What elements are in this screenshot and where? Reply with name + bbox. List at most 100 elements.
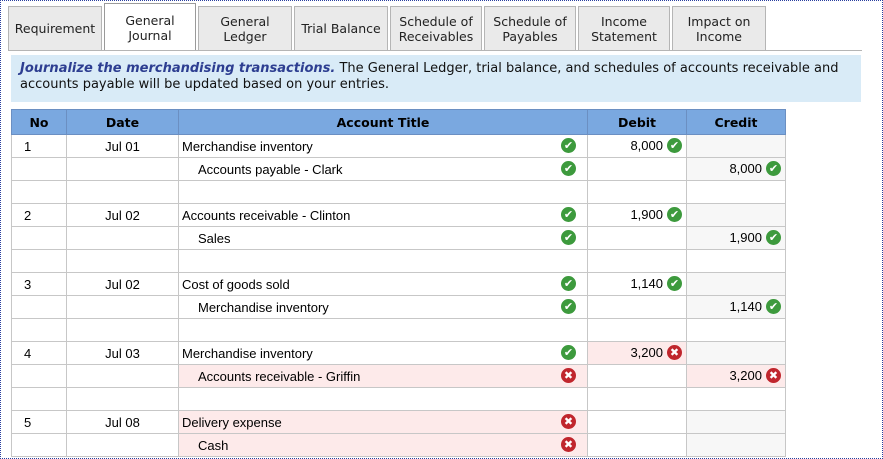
credit-cell[interactable] <box>686 134 786 158</box>
header-no: No <box>11 109 67 135</box>
empty-cell[interactable] <box>686 387 786 411</box>
empty-cell[interactable] <box>587 318 687 342</box>
debit-amount: 8,000 <box>630 137 663 153</box>
empty-cell[interactable] <box>66 318 179 342</box>
empty-cell[interactable] <box>587 387 687 411</box>
empty-cell[interactable] <box>178 180 588 204</box>
credit-cell[interactable] <box>686 203 786 227</box>
account-title-cell[interactable]: Cost of goods sold ✔ <box>178 272 588 296</box>
account-title-cell[interactable]: Merchandise inventory ✔ <box>178 341 588 365</box>
date-cell[interactable] <box>66 295 179 319</box>
empty-cell[interactable] <box>11 249 67 273</box>
empty-cell[interactable] <box>66 249 179 273</box>
debit-cell[interactable] <box>587 295 687 319</box>
check-circle-icon: ✔ <box>561 161 576 176</box>
entry-number <box>11 295 67 319</box>
header-date: Date <box>66 109 179 135</box>
tab-impact-on-income[interactable]: Impact on Income <box>672 6 766 50</box>
tab-general-journal[interactable]: General Journal <box>104 3 196 51</box>
credit-cell[interactable]: 3,200 ✖ <box>686 364 786 388</box>
debit-cell[interactable]: 1,900 ✔ <box>587 203 687 227</box>
tab-schedule-of-payables[interactable]: Schedule of Payables <box>484 6 576 50</box>
empty-cell[interactable] <box>66 180 179 204</box>
journal-table: No Date Account Title Debit Credit 1 Jul … <box>11 109 786 457</box>
date-cell[interactable] <box>66 433 179 457</box>
credit-cell[interactable] <box>686 272 786 296</box>
account-title-text: Cash <box>198 437 229 453</box>
spacer-row <box>11 180 786 204</box>
debit-cell[interactable] <box>587 157 687 181</box>
account-title-cell[interactable]: Cash ✖ <box>178 433 588 457</box>
check-circle-icon: ✔ <box>561 276 576 291</box>
account-title-cell[interactable]: Accounts payable - Clark ✔ <box>178 157 588 181</box>
instructions-banner: Journalize the merchandising transaction… <box>11 55 861 102</box>
date-cell[interactable]: Jul 02 <box>66 203 179 227</box>
tab-label-line2: Income <box>696 28 742 44</box>
account-title-cell[interactable]: Accounts receivable - Clinton ✔ <box>178 203 588 227</box>
account-title-cell[interactable]: Sales ✔ <box>178 226 588 250</box>
date-cell[interactable]: Jul 01 <box>66 134 179 158</box>
tab-label-line1: Schedule of <box>399 13 473 29</box>
entry-number: 2 <box>11 203 67 227</box>
table-row: 1 Jul 01 Merchandise inventory ✔ 8,000 ✔ <box>11 134 786 158</box>
account-title-cell[interactable]: Merchandise inventory ✔ <box>178 134 588 158</box>
debit-cell[interactable] <box>587 364 687 388</box>
tab-schedule-of-receivables[interactable]: Schedule of Receivables <box>390 6 482 50</box>
empty-cell[interactable] <box>686 249 786 273</box>
header-account-title: Account Title <box>178 109 588 135</box>
spacer-row <box>11 318 786 342</box>
credit-cell[interactable] <box>686 433 786 457</box>
empty-cell[interactable] <box>178 318 588 342</box>
account-title-text: Merchandise inventory <box>182 345 313 361</box>
account-title-cell[interactable]: Delivery expense ✖ <box>178 410 588 434</box>
credit-cell[interactable]: 1,900 ✔ <box>686 226 786 250</box>
check-circle-icon: ✔ <box>766 230 781 246</box>
date-cell[interactable] <box>66 226 179 250</box>
entry-number <box>11 157 67 181</box>
account-title-text: Sales <box>198 230 231 246</box>
date-cell[interactable]: Jul 03 <box>66 341 179 365</box>
debit-cell[interactable] <box>587 226 687 250</box>
account-title-text: Accounts receivable - Griffin <box>198 368 361 384</box>
empty-cell[interactable] <box>11 318 67 342</box>
empty-cell[interactable] <box>11 180 67 204</box>
empty-cell[interactable] <box>686 180 786 204</box>
tab-trial-balance[interactable]: Trial Balance <box>294 6 388 50</box>
check-circle-icon: ✔ <box>667 207 682 223</box>
debit-cell[interactable]: 1,140 ✔ <box>587 272 687 296</box>
empty-cell[interactable] <box>66 387 179 411</box>
check-circle-icon: ✔ <box>561 207 576 222</box>
table-row: Merchandise inventory ✔ 1,140 ✔ <box>11 295 786 319</box>
table-row: Cash ✖ <box>11 433 786 457</box>
empty-cell[interactable] <box>587 180 687 204</box>
check-circle-icon: ✔ <box>766 299 781 315</box>
header-credit: Credit <box>686 109 786 135</box>
account-title-cell[interactable]: Accounts receivable - Griffin ✖ <box>178 364 588 388</box>
empty-cell[interactable] <box>686 318 786 342</box>
date-cell[interactable] <box>66 157 179 181</box>
tab-general-ledger[interactable]: General Ledger <box>198 6 292 50</box>
debit-cell[interactable]: 8,000 ✔ <box>587 134 687 158</box>
tab-income-statement[interactable]: Income Statement <box>578 6 670 50</box>
credit-cell[interactable] <box>686 341 786 365</box>
empty-cell[interactable] <box>178 387 588 411</box>
tab-requirement[interactable]: Requirement <box>8 6 102 50</box>
entry-number: 1 <box>11 134 67 158</box>
credit-cell[interactable] <box>686 410 786 434</box>
date-cell[interactable]: Jul 02 <box>66 272 179 296</box>
credit-cell[interactable]: 1,140 ✔ <box>686 295 786 319</box>
table-row: 4 Jul 03 Merchandise inventory ✔ 3,200 ✖ <box>11 341 786 365</box>
empty-cell[interactable] <box>178 249 588 273</box>
debit-cell[interactable]: 3,200 ✖ <box>587 341 687 365</box>
tab-label-line1: Impact on <box>687 13 751 29</box>
date-cell[interactable]: Jul 08 <box>66 410 179 434</box>
date-cell[interactable] <box>66 364 179 388</box>
credit-amount: 1,900 <box>729 229 762 245</box>
empty-cell[interactable] <box>11 387 67 411</box>
account-title-cell[interactable]: Merchandise inventory ✔ <box>178 295 588 319</box>
debit-cell[interactable] <box>587 410 687 434</box>
empty-cell[interactable] <box>587 249 687 273</box>
table-header-row: No Date Account Title Debit Credit <box>11 109 786 135</box>
debit-cell[interactable] <box>587 433 687 457</box>
credit-cell[interactable]: 8,000 ✔ <box>686 157 786 181</box>
